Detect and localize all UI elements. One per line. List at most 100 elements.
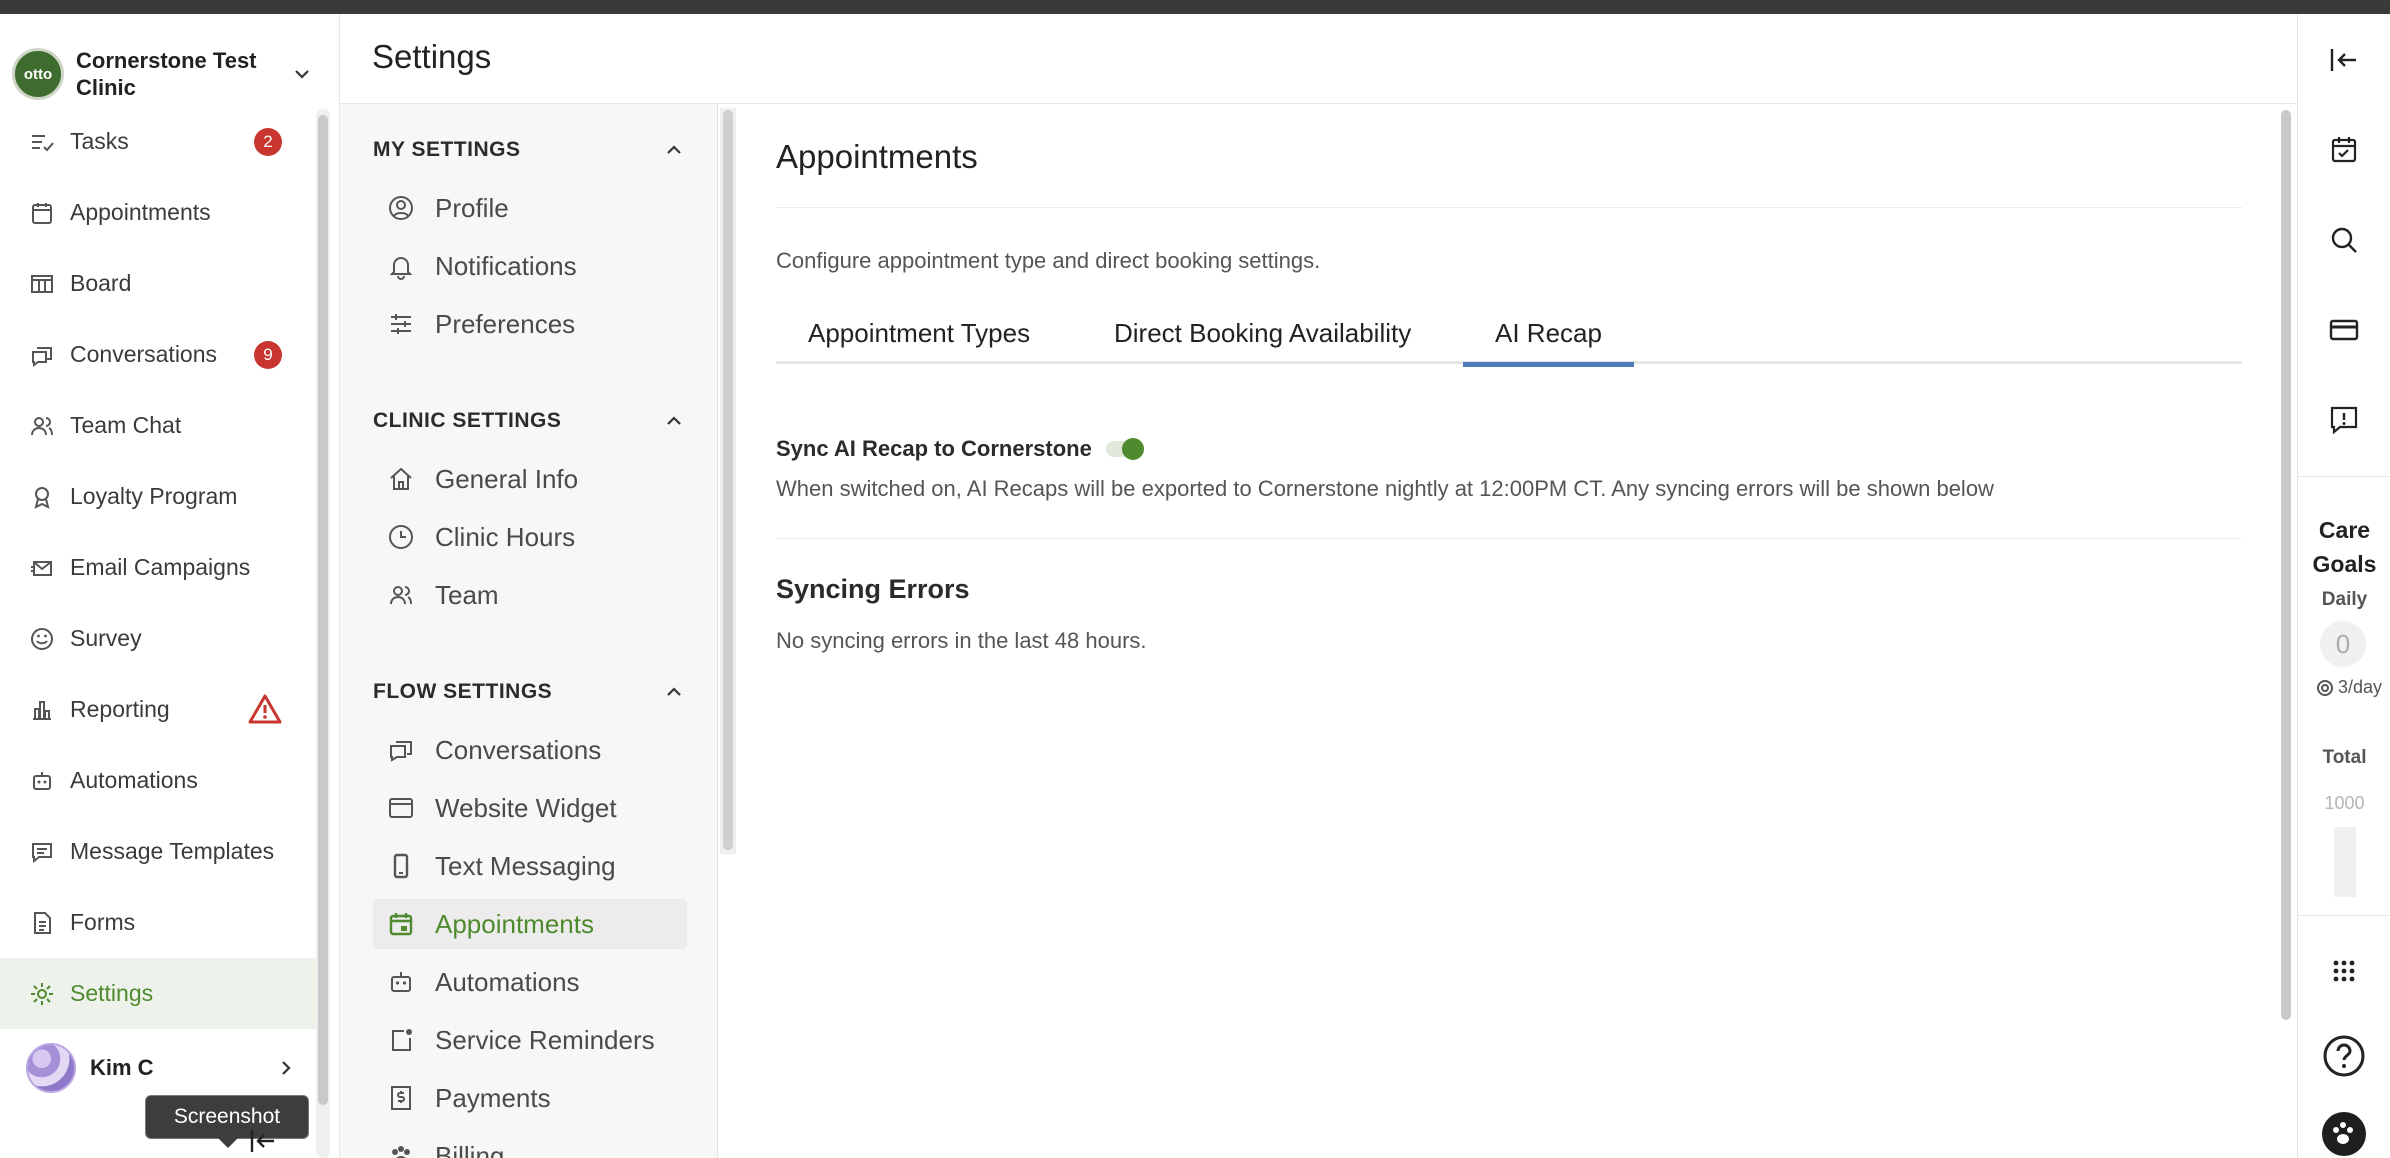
sliders-icon bbox=[385, 308, 417, 340]
main-scrollbar[interactable] bbox=[2278, 108, 2294, 1020]
syncing-errors-title: Syncing Errors bbox=[776, 574, 970, 604]
email-icon bbox=[26, 552, 58, 584]
section-flow-settings[interactable]: FLOW SETTINGS bbox=[373, 680, 683, 704]
settings-item-billing[interactable]: Billing bbox=[373, 1131, 687, 1158]
dollar-icon bbox=[385, 1082, 417, 1114]
settings-item-text-messaging[interactable]: Text Messaging bbox=[373, 841, 687, 891]
otto-chat-icon[interactable] bbox=[2320, 1110, 2368, 1158]
settings-item-label: Service Reminders bbox=[435, 1024, 655, 1055]
feedback-icon[interactable] bbox=[2320, 396, 2368, 444]
message-template-icon bbox=[26, 836, 58, 868]
settings-nav-scrollbar[interactable] bbox=[720, 108, 736, 854]
settings-item-appointments[interactable]: Appointments bbox=[373, 899, 687, 949]
tab-direct-booking-availability[interactable]: Direct Booking Availability bbox=[1114, 318, 1411, 364]
nav-label: Survey bbox=[70, 625, 142, 651]
sync-toggle[interactable] bbox=[1105, 438, 1144, 460]
care-goals-rate-text: 3/day bbox=[2337, 677, 2383, 697]
nav-item-reporting[interactable]: Reporting bbox=[0, 674, 316, 745]
syncing-errors-text: No syncing errors in the last 48 hours. bbox=[776, 628, 1147, 653]
user-menu[interactable]: Kim C bbox=[26, 1038, 296, 1098]
search-icon[interactable] bbox=[2320, 216, 2368, 264]
settings-item-payments[interactable]: Payments bbox=[373, 1073, 687, 1123]
sync-help-text: When switched on, AI Recaps will be expo… bbox=[776, 476, 1994, 501]
chat-icon bbox=[385, 734, 417, 766]
nav-label: Automations bbox=[70, 767, 198, 793]
tab-ai-recap[interactable]: AI Recap bbox=[1463, 318, 1634, 367]
nav-item-tasks[interactable]: Tasks 2 bbox=[0, 106, 316, 177]
tab-bar: Appointment Types Direct Booking Availab… bbox=[776, 304, 2242, 367]
settings-item-website-widget[interactable]: Website Widget bbox=[373, 783, 687, 833]
section-title: MY SETTINGS bbox=[373, 138, 521, 161]
robot-icon bbox=[385, 966, 417, 998]
chevron-up-icon bbox=[667, 687, 681, 696]
nav-item-automations[interactable]: Automations bbox=[0, 745, 316, 816]
nav-item-conversations[interactable]: Conversations 9 bbox=[0, 319, 316, 390]
chevron-down-icon bbox=[295, 70, 309, 79]
collapse-panel-icon[interactable] bbox=[2320, 36, 2368, 84]
help-icon[interactable] bbox=[2320, 1032, 2368, 1080]
avatar bbox=[26, 1043, 76, 1093]
clinic-switcher[interactable]: otto Cornerstone Test Clinic bbox=[12, 34, 328, 114]
nav-label: Message Templates bbox=[70, 838, 275, 864]
target-icon bbox=[2316, 679, 2333, 696]
chevron-right-icon bbox=[282, 1061, 291, 1075]
gear-icon bbox=[26, 978, 58, 1010]
settings-item-label: Website Widget bbox=[435, 792, 617, 823]
nav-label: Loyalty Program bbox=[70, 483, 238, 509]
settings-item-team[interactable]: Team bbox=[373, 570, 687, 620]
settings-item-preferences[interactable]: Preferences bbox=[373, 299, 687, 349]
settings-item-label: Appointments bbox=[435, 908, 594, 939]
settings-item-profile[interactable]: Profile bbox=[373, 183, 687, 233]
nav-item-loyalty-program[interactable]: Loyalty Program bbox=[0, 461, 316, 532]
bar-chart-icon bbox=[26, 694, 58, 726]
nav-item-appointments[interactable]: Appointments bbox=[0, 177, 316, 248]
chevron-up-icon bbox=[667, 145, 681, 154]
nav-list: Tasks 2 Appointments Board Conversations… bbox=[0, 106, 316, 1029]
window-top-bar bbox=[0, 0, 2390, 14]
nav-label: Team Chat bbox=[70, 412, 182, 438]
settings-item-conversations[interactable]: Conversations bbox=[373, 725, 687, 775]
settings-item-label: Conversations bbox=[435, 734, 602, 765]
nav-item-email-campaigns[interactable]: Email Campaigns bbox=[0, 532, 316, 603]
nav-item-board[interactable]: Board bbox=[0, 248, 316, 319]
tab-appointment-types[interactable]: Appointment Types bbox=[808, 318, 1030, 364]
divider bbox=[776, 538, 2242, 539]
robot-icon bbox=[26, 765, 58, 797]
calendar-check-icon[interactable] bbox=[2320, 126, 2368, 174]
nav-item-forms[interactable]: Forms bbox=[0, 887, 316, 958]
settings-item-label: Billing bbox=[435, 1140, 505, 1158]
settings-item-service-reminders[interactable]: Service Reminders bbox=[373, 1015, 687, 1065]
tasks-icon bbox=[26, 126, 58, 158]
nav-item-team-chat[interactable]: Team Chat bbox=[0, 390, 316, 461]
care-goals-widget[interactable]: Care Goals Daily 0 3/day Total 1000 bbox=[2298, 476, 2390, 916]
nav-scrollbar[interactable] bbox=[316, 109, 330, 1158]
settings-item-automations[interactable]: Automations bbox=[373, 957, 687, 1007]
settings-item-clinic-hours[interactable]: Clinic Hours bbox=[373, 512, 687, 562]
calendar-icon bbox=[26, 197, 58, 229]
nav-item-message-templates[interactable]: Message Templates bbox=[0, 816, 316, 887]
nav-item-settings[interactable]: Settings bbox=[0, 958, 316, 1029]
calendar-icon bbox=[385, 908, 417, 940]
nav-item-survey[interactable]: Survey bbox=[0, 603, 316, 674]
section-title: CLINIC SETTINGS bbox=[373, 409, 562, 432]
settings-item-notifications[interactable]: Notifications bbox=[373, 241, 687, 291]
home-icon bbox=[385, 463, 417, 495]
toggle-knob bbox=[1121, 438, 1144, 460]
paw-icon bbox=[385, 1140, 417, 1158]
credit-card-icon[interactable] bbox=[2320, 306, 2368, 354]
settings-item-label: General Info bbox=[435, 463, 579, 494]
nav-label: Settings bbox=[70, 980, 154, 1006]
section-my-settings[interactable]: MY SETTINGS bbox=[373, 138, 683, 162]
collapse-sidebar-icon[interactable] bbox=[248, 1128, 278, 1154]
section-clinic-settings[interactable]: CLINIC SETTINGS bbox=[373, 409, 683, 433]
section-title: FLOW SETTINGS bbox=[373, 680, 553, 703]
reminder-icon bbox=[385, 1024, 417, 1056]
settings-item-label: Payments bbox=[435, 1082, 551, 1113]
settings-item-general-info[interactable]: General Info bbox=[373, 454, 687, 504]
left-navigation: otto Cornerstone Test Clinic Tasks 2 App… bbox=[0, 14, 340, 1158]
award-icon bbox=[26, 481, 58, 513]
section-description: Configure appointment type and direct bo… bbox=[776, 248, 1321, 273]
dialpad-icon[interactable] bbox=[2320, 948, 2368, 996]
clinic-name: Cornerstone Test Clinic bbox=[76, 48, 257, 100]
page-title: Settings bbox=[372, 38, 492, 75]
